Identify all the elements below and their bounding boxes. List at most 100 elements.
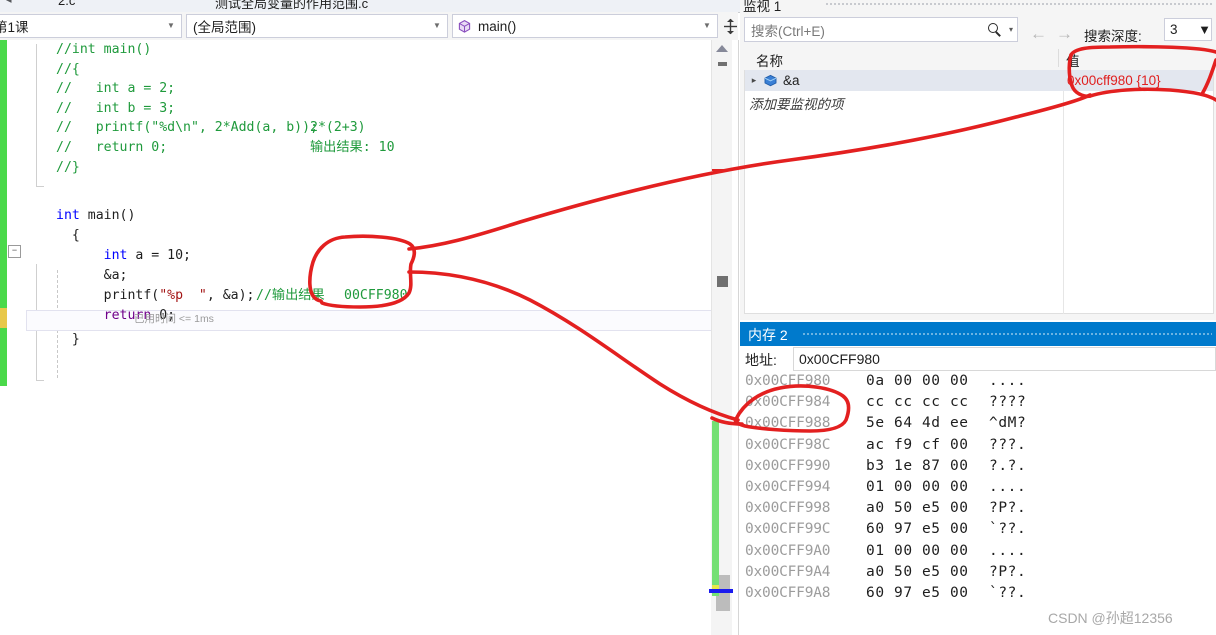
memory-row-hex: 5e 64 4d ee xyxy=(866,415,969,432)
memory-row-address: 0x00CFF9A8 xyxy=(745,584,831,601)
variable-box-icon xyxy=(763,74,778,87)
tab-global-scope-file[interactable]: 测试全局变量的作用范围.c xyxy=(215,0,368,12)
memory-row[interactable]: 0x00CFF99C 60 97 e5 00 `??. xyxy=(740,520,1216,541)
watch-grid-header: 名称 值 xyxy=(744,47,1214,71)
panel-drag-dots xyxy=(802,332,1212,336)
code-line-3: // int a = 2; xyxy=(56,81,176,97)
tab-scroll-left-icon[interactable]: ◂ xyxy=(6,0,12,6)
memory-address-value: 0x00CFF980 xyxy=(799,351,880,367)
change-segment xyxy=(0,40,7,264)
member-selector-combo[interactable]: main() ▼ xyxy=(452,14,718,38)
glyph-margin[interactable] xyxy=(7,40,26,635)
printf-output-value: 00CFF980 xyxy=(344,288,408,303)
current-line-marker xyxy=(0,308,7,328)
chevron-down-icon: ▼ xyxy=(433,21,441,30)
elapsed-time-hint: 已用时间 <= 1ms xyxy=(134,313,214,325)
search-depth-value: 3 xyxy=(1170,22,1178,37)
search-depth-combo[interactable]: 3 ▼ xyxy=(1164,18,1212,41)
memory-row-address: 0x00CFF988 xyxy=(745,415,831,432)
memory-row-ascii: .... xyxy=(989,478,1027,495)
code-note-output: 输出结果: 10 xyxy=(310,140,395,155)
code-line-4: // int b = 3; xyxy=(56,100,176,116)
search-previous-icon[interactable]: ← xyxy=(1030,25,1047,42)
table-row[interactable]: ▸ &a 0x00cff980 {10} xyxy=(745,70,1213,91)
memory-row[interactable]: 0x00CFF9A0 01 00 00 00.... xyxy=(740,542,1216,563)
add-watch-item-placeholder[interactable]: 添加要监视的项 xyxy=(749,93,844,113)
memory-row-ascii: ???. xyxy=(989,436,1027,453)
memory-dump-rows[interactable]: 0x00CFF980 0a 00 00 00.... 0x00CFF984 cc cc… xyxy=(740,372,1216,635)
memory-address-input[interactable]: 0x00CFF980 xyxy=(793,347,1216,371)
row-expander-icon[interactable]: ▸ xyxy=(745,75,763,86)
memory-row-hex: 01 00 00 00 xyxy=(866,542,969,559)
split-view-icon[interactable] xyxy=(722,15,738,37)
code-line-1: //int main() xyxy=(56,42,152,57)
memory-row[interactable]: 0x00CFF98C ac f9 cf 00???. xyxy=(740,436,1216,457)
chevron-down-icon: ▼ xyxy=(1198,22,1211,37)
scrollbar-caret-marker xyxy=(717,276,728,287)
watermark: CSDN @孙超12356 xyxy=(1048,610,1173,626)
column-header-value[interactable]: 值 xyxy=(1066,50,1080,70)
memory-row-hex: cc cc cc cc xyxy=(866,394,969,411)
watch-search-input[interactable]: 搜索(Ctrl+E) ▾ xyxy=(744,17,1018,42)
member-selector-label: main() xyxy=(478,18,517,34)
memory-panel-title: 内存 2 xyxy=(748,327,788,343)
memory-row-hex: 60 97 e5 00 xyxy=(866,584,969,601)
memory-row[interactable]: 0x00CFF990 b3 1e 87 00?.?. xyxy=(740,457,1216,478)
chevron-down-icon: ▼ xyxy=(167,21,175,30)
memory-row-address: 0x00CFF980 xyxy=(745,373,831,389)
code-note-expression: 2*(2+3) xyxy=(310,120,366,136)
scope-selector-combo[interactable]: (全局范围) ▼ xyxy=(186,14,448,38)
watch-panel-header[interactable]: 监视 1 xyxy=(740,0,1216,14)
watch-column-divider xyxy=(1063,70,1064,314)
memory-row-hex: a0 50 e5 00 xyxy=(866,500,969,517)
printf-inline-note: //输出结果 xyxy=(256,288,325,303)
memory-row-ascii: .... xyxy=(989,542,1027,559)
scope-selector-label: (全局范围) xyxy=(193,20,256,35)
code-editor[interactable]: − //int main() //{ // int a = 2; // int … xyxy=(0,40,739,635)
code-navigation-bar: 语言第1课 ▼ (全局范围) ▼ main() ▼ xyxy=(0,12,738,40)
memory-selection-marker xyxy=(709,589,733,593)
watch-grid-body[interactable]: ▸ &a 0x00cff980 {10} 添加要监视的项 xyxy=(744,70,1214,314)
memory-row-hex: 0a 00 00 00 xyxy=(866,373,969,389)
scroll-up-arrow-icon[interactable] xyxy=(716,45,728,52)
memory-row-address: 0x00CFF998 xyxy=(745,500,831,517)
memory-row-address: 0x00CFF9A0 xyxy=(745,542,831,559)
memory-row[interactable]: 0x00CFF988 5e 64 4d ee ^dM? xyxy=(740,414,1216,435)
search-options-chevron-icon[interactable]: ▾ xyxy=(1005,25,1017,34)
memory-row[interactable]: 0x00CFF980 0a 00 00 00.... xyxy=(740,372,1216,393)
memory-row-ascii: ^dM? xyxy=(989,415,1027,432)
memory-row-hex: 01 00 00 00 xyxy=(866,478,969,495)
memory-row[interactable]: 0x00CFF9A8 60 97 e5 00 `??. xyxy=(740,584,1216,605)
watch-panel-title: 监视 1 xyxy=(743,0,782,14)
tab-2-c[interactable]: 2.c xyxy=(58,0,75,8)
panel-drag-dots xyxy=(825,2,1212,6)
memory-row[interactable]: 0x00CFF984 cc cc cc cc???? xyxy=(740,393,1216,414)
memory-row-ascii: .... xyxy=(989,373,1027,389)
memory-row-address: 0x00CFF984 xyxy=(745,394,831,411)
memory-panel-header[interactable]: 内存 2 xyxy=(740,322,1216,346)
memory-row[interactable]: 0x00CFF994 01 00 00 00.... xyxy=(740,478,1216,499)
project-selector-label: 语言第1课 xyxy=(0,20,29,35)
memory-row[interactable]: 0x00CFF998 a0 50 e5 00 ?P?. xyxy=(740,499,1216,520)
search-icon[interactable] xyxy=(987,22,1003,38)
scrollbar-error-marker xyxy=(712,169,732,171)
memory-row-address: 0x00CFF99C xyxy=(745,521,831,538)
memory-row-hex: a0 50 e5 00 xyxy=(866,563,969,580)
column-header-name[interactable]: 名称 xyxy=(756,50,783,70)
method-cube-icon xyxy=(457,19,472,34)
memory-row-address: 0x00CFF990 xyxy=(745,457,831,474)
code-line-5: // printf("%d\n", 2*Add(a, b)); xyxy=(56,120,319,136)
watch-expression-value: 0x00cff980 {10} xyxy=(1067,73,1161,88)
project-selector-combo[interactable]: 语言第1课 ▼ xyxy=(0,14,182,38)
search-depth-label: 搜索深度: xyxy=(1084,29,1142,44)
memory-address-bar: 地址: 0x00CFF980 xyxy=(740,346,1216,372)
code-text-area[interactable]: //int main() //{ // int a = 2; // int b … xyxy=(26,40,738,510)
memory-panel: 内存 2 地址: 0x00CFF980 0x00CFF980 0a 00 00 0… xyxy=(740,322,1216,635)
code-line-7: //} xyxy=(56,159,80,175)
memory-row-hex: b3 1e 87 00 xyxy=(866,457,969,474)
search-next-icon[interactable]: → xyxy=(1056,25,1073,42)
fold-toggle-main[interactable]: − xyxy=(8,245,21,258)
memory-row-hex: ac f9 cf 00 xyxy=(866,436,969,453)
code-line-6: // return 0; xyxy=(56,140,168,155)
memory-row[interactable]: 0x00CFF9A4 a0 50 e5 00 ?P?. xyxy=(740,563,1216,584)
